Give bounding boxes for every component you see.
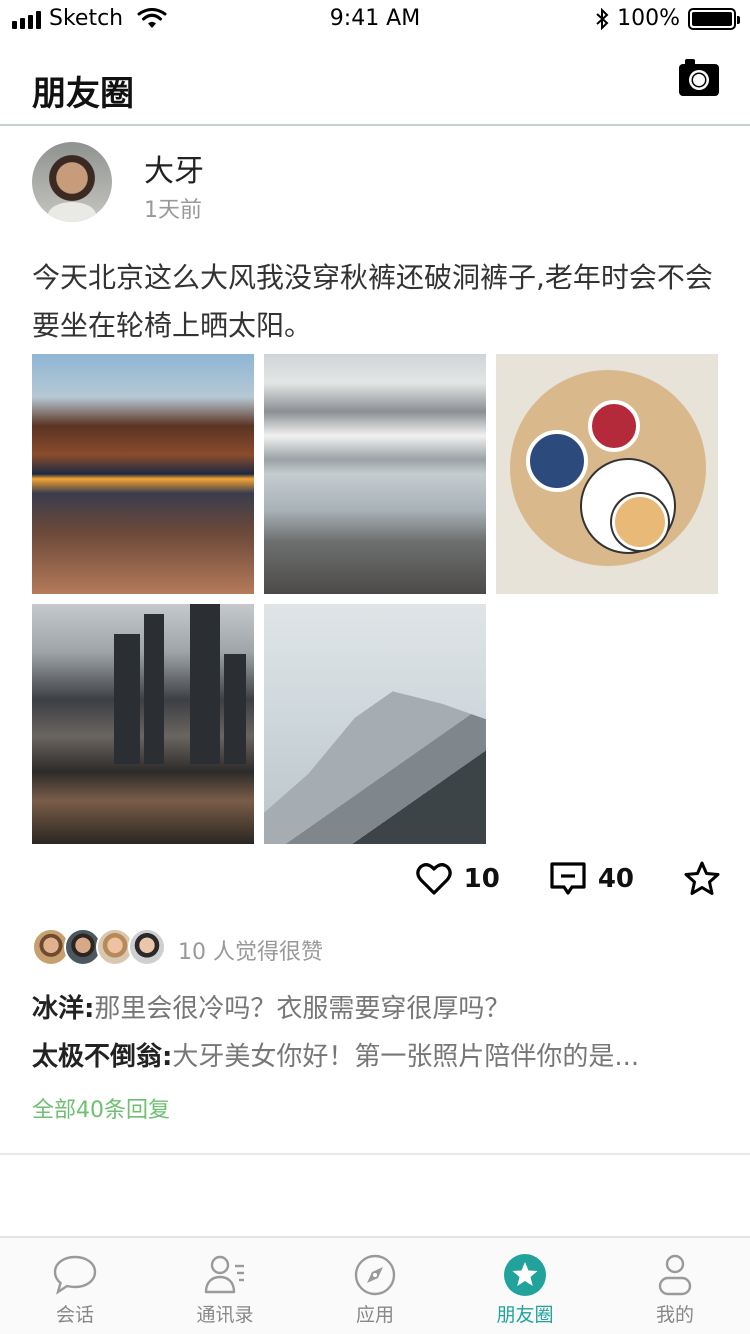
comment-item[interactable]: 冰洋:那里会很冷吗？衣服需要穿很厚吗？ bbox=[32, 988, 510, 1025]
tab-label: 通讯录 bbox=[196, 1304, 254, 1326]
battery-icon bbox=[688, 7, 740, 30]
person-icon bbox=[658, 1254, 692, 1296]
post-actions: 10 40 bbox=[415, 856, 720, 902]
comment-item[interactable]: 太极不倒翁:大牙美女你好！第一张照片陪伴你的是... bbox=[32, 1036, 639, 1073]
photo-modern-building[interactable] bbox=[264, 604, 486, 844]
comment-author[interactable]: 冰洋: bbox=[32, 994, 94, 1024]
tab-bar: 会话 通讯录 应用 朋友圈 我的 bbox=[0, 1236, 750, 1334]
post-time: 1天前 bbox=[144, 198, 202, 223]
photo-canyon-sunset[interactable] bbox=[32, 354, 254, 594]
liker-avatar[interactable] bbox=[128, 928, 166, 966]
status-bar: Sketch 9:41 AM 100% bbox=[0, 0, 750, 40]
tab-label: 应用 bbox=[355, 1304, 394, 1326]
nav-header: 朋友圈 bbox=[0, 40, 750, 126]
tab-moments[interactable]: 朋友圈 bbox=[450, 1238, 600, 1334]
comment-text: 那里会很冷吗？衣服需要穿很厚吗？ bbox=[94, 994, 511, 1024]
comment-count: 40 bbox=[597, 864, 634, 894]
photo-breakfast-tray[interactable] bbox=[496, 354, 718, 594]
tab-label: 朋友圈 bbox=[496, 1304, 554, 1326]
contacts-icon bbox=[204, 1255, 244, 1294]
status-right: 100% bbox=[595, 6, 740, 31]
tab-label: 我的 bbox=[655, 1304, 694, 1326]
star-icon[interactable] bbox=[684, 861, 720, 897]
camera-icon[interactable] bbox=[678, 58, 720, 98]
author-avatar[interactable] bbox=[32, 142, 112, 222]
comment-author[interactable]: 太极不倒翁: bbox=[32, 1042, 172, 1072]
compass-icon bbox=[354, 1254, 396, 1296]
star-circle-icon bbox=[504, 1254, 546, 1296]
like-count: 10 bbox=[463, 864, 500, 894]
tab-label: 会话 bbox=[55, 1304, 94, 1326]
bluetooth-icon bbox=[596, 7, 609, 30]
heart-icon[interactable] bbox=[415, 861, 452, 897]
likes-summary: 10 人觉得很赞 bbox=[178, 940, 323, 965]
post-text: 今天北京这么大风我没穿秋裤还破洞裤子,老年时会不会要坐在轮椅上晒太阳。 bbox=[32, 261, 713, 342]
author-name[interactable]: 大牙 bbox=[144, 146, 204, 190]
liker-avatars[interactable] bbox=[32, 928, 166, 966]
battery-percent: 100% bbox=[617, 6, 680, 31]
tab-apps[interactable]: 应用 bbox=[300, 1238, 450, 1334]
post-divider bbox=[0, 1153, 750, 1155]
photo-snowy-mountain-lake[interactable] bbox=[264, 354, 486, 594]
page-title: 朋友圈 bbox=[32, 74, 134, 114]
tab-me[interactable]: 我的 bbox=[600, 1238, 750, 1334]
all-replies-link[interactable]: 全部40条回复 bbox=[32, 1092, 170, 1124]
comment-icon[interactable] bbox=[550, 861, 586, 897]
comment-text: 大牙美女你好！第一张照片陪伴你的是... bbox=[172, 1042, 640, 1072]
tab-contacts[interactable]: 通讯录 bbox=[150, 1238, 300, 1334]
photo-city-skyline[interactable] bbox=[32, 604, 254, 844]
chat-bubble-icon bbox=[53, 1255, 97, 1295]
tab-chat[interactable]: 会话 bbox=[0, 1238, 150, 1334]
